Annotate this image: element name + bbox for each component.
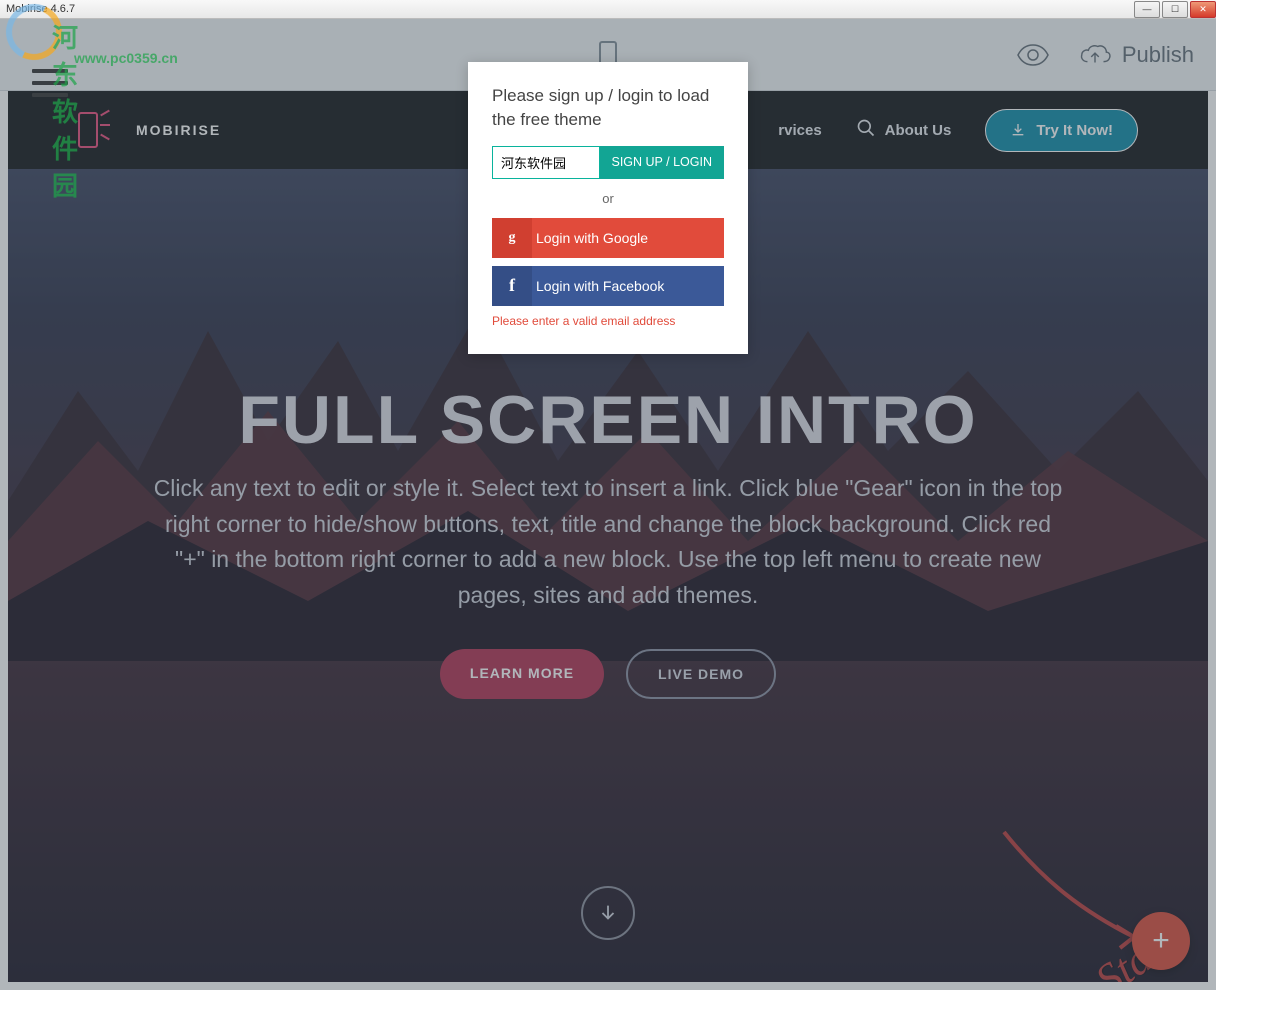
window-maximize-button[interactable]: ☐: [1162, 1, 1188, 18]
facebook-icon: f: [492, 266, 532, 306]
email-input[interactable]: [492, 146, 600, 179]
signup-login-button[interactable]: SIGN UP / LOGIN: [600, 146, 725, 179]
window-minimize-button[interactable]: —: [1134, 1, 1160, 18]
preview-button[interactable]: [1016, 43, 1050, 67]
menu-button[interactable]: [32, 69, 68, 97]
error-message: Please enter a valid email address: [492, 314, 724, 328]
brand[interactable]: MOBIRISE: [78, 108, 221, 152]
learn-more-button[interactable]: LEARN MORE: [440, 649, 604, 699]
modal-title: Please sign up / login to load the free …: [492, 84, 724, 132]
window-titlebar: Mobirise 4.6.7 — ☐ ✕: [0, 0, 1216, 19]
brand-name: MOBIRISE: [136, 122, 221, 138]
nav-services-label: rvices: [778, 122, 821, 139]
login-google-button[interactable]: g Login with Google: [492, 218, 724, 258]
try-now-button[interactable]: Try It Now!: [985, 109, 1138, 152]
brand-logo-icon: [78, 108, 116, 152]
window-title: Mobirise 4.6.7: [6, 3, 75, 15]
window-close-button[interactable]: ✕: [1190, 1, 1216, 18]
nav-about[interactable]: About Us: [856, 118, 952, 142]
nav-about-label: About Us: [885, 122, 952, 139]
live-demo-button[interactable]: LIVE DEMO: [626, 649, 776, 699]
publish-label: Publish: [1122, 42, 1194, 68]
or-divider: or: [492, 191, 724, 206]
login-facebook-label: Login with Facebook: [532, 278, 724, 294]
nav-services[interactable]: rvices: [778, 122, 821, 139]
login-facebook-button[interactable]: f Login with Facebook: [492, 266, 724, 306]
scroll-down-button[interactable]: [581, 886, 635, 940]
google-icon: g: [492, 218, 532, 258]
download-icon: [1010, 122, 1026, 138]
arrow-down-icon: [597, 902, 619, 924]
try-now-label: Try It Now!: [1036, 122, 1113, 139]
login-google-label: Login with Google: [532, 230, 724, 246]
publish-button[interactable]: Publish: [1078, 42, 1194, 68]
add-block-button[interactable]: +: [1132, 912, 1190, 970]
hero-description[interactable]: Click any text to edit or style it. Sele…: [148, 471, 1068, 614]
login-modal: Please sign up / login to load the free …: [468, 62, 748, 354]
search-icon: [856, 118, 876, 142]
hero-title[interactable]: FULL SCREEN INTRO: [8, 381, 1208, 459]
